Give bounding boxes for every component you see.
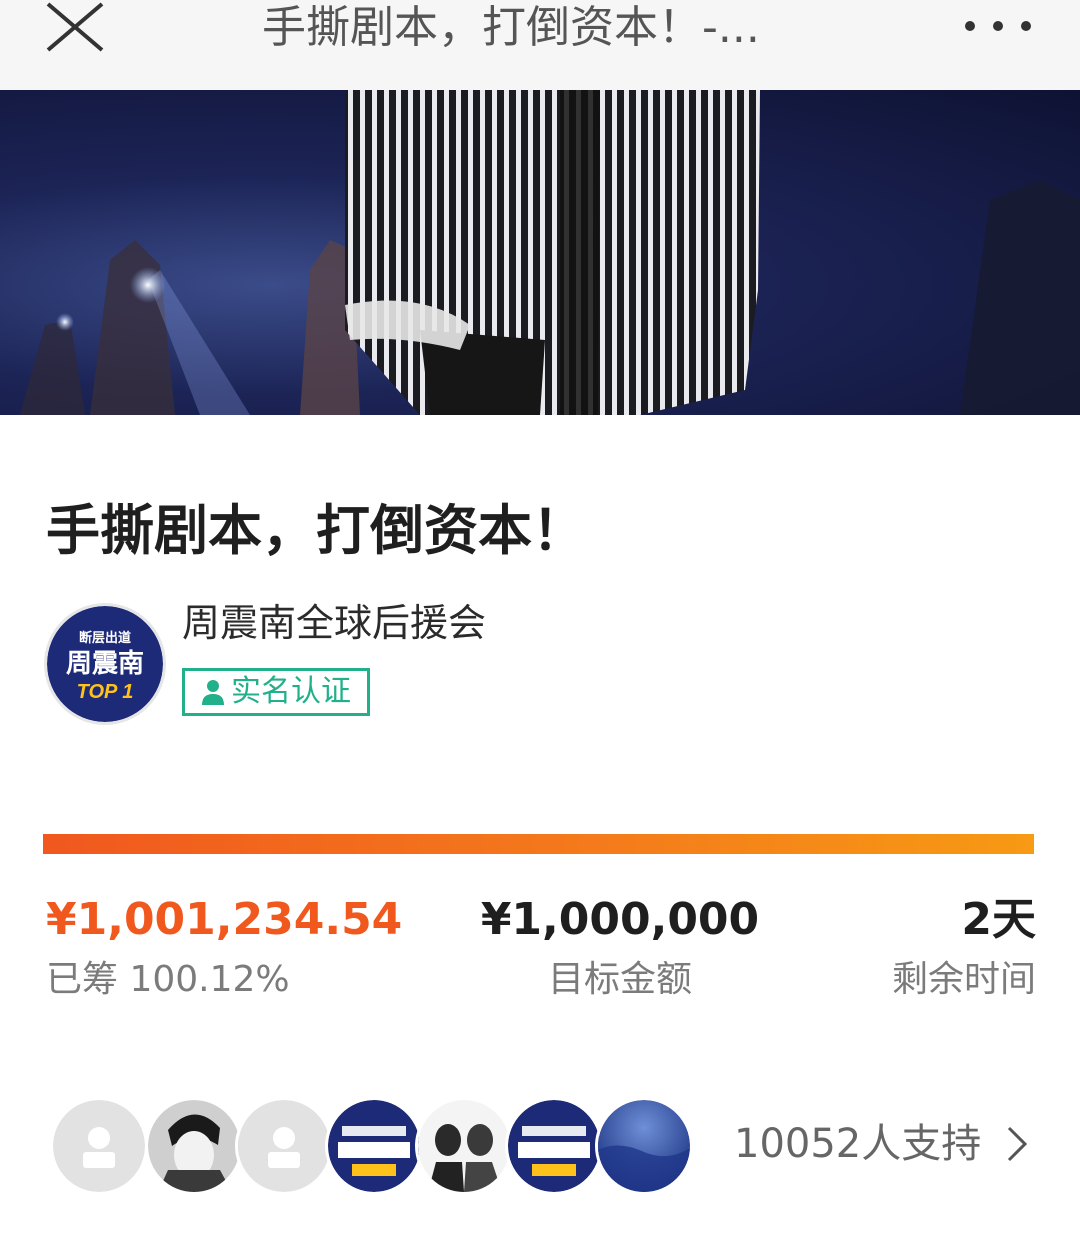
more-dots-icon <box>965 21 1031 31</box>
organizer-logo-line-3: TOP 1 <box>77 681 134 703</box>
organizer-name[interactable]: 周震南全球后援会 <box>182 598 486 648</box>
supporter-avatar[interactable] <box>325 1097 423 1195</box>
supporter-avatar[interactable] <box>595 1097 693 1195</box>
goal-label: 目标金额 <box>547 959 692 1000</box>
verified-label: 实名认证 <box>231 674 351 709</box>
page-title: 手撕剧本，打倒资本！-... <box>262 2 760 53</box>
raised-label: 已筹 100.12% <box>46 959 290 1000</box>
verified-badge: 实名认证 <box>182 668 370 716</box>
chevron-right-icon <box>1007 1126 1028 1162</box>
raised-amount: ¥1,001,234.54 <box>46 894 403 945</box>
close-button[interactable] <box>38 0 112 60</box>
close-icon <box>46 2 104 52</box>
hero-image <box>0 90 1080 415</box>
funding-progress-fill <box>43 834 1034 854</box>
organizer-logo: 断层出道 周震南 TOP 1 <box>47 606 163 722</box>
organizer-avatar[interactable]: 断层出道 周震南 TOP 1 <box>44 603 166 725</box>
supporter-count[interactable]: 10052人支持 <box>734 1118 981 1170</box>
concert-photo <box>20 90 1080 415</box>
days-left-label: 剩余时间 <box>891 959 1036 1000</box>
organizer-logo-line-2: 周震南 <box>66 648 144 678</box>
goal-amount: ¥1,000,000 <box>480 894 760 945</box>
supporter-photo <box>598 1100 690 1192</box>
campaign-title: 手撕剧本，打倒资本！ <box>46 499 586 562</box>
supporters-link[interactable] <box>1003 1124 1031 1164</box>
top-bar: 手撕剧本，打倒资本！-... <box>0 0 1080 90</box>
supporter-logo <box>508 1100 600 1192</box>
more-button[interactable] <box>950 6 1050 46</box>
supporter-photo <box>148 1100 240 1192</box>
default-avatar-icon <box>53 1100 145 1192</box>
supporter-avatar[interactable] <box>415 1097 513 1195</box>
days-left: 2天 <box>961 894 1036 945</box>
default-avatar-icon <box>238 1100 330 1192</box>
supporter-avatar[interactable] <box>235 1097 333 1195</box>
supporter-logo <box>328 1100 420 1192</box>
supporter-avatars[interactable] <box>50 1097 700 1197</box>
supporter-photo <box>418 1100 510 1192</box>
funding-progress-bar <box>43 834 1034 854</box>
supporter-avatar[interactable] <box>505 1097 603 1195</box>
organizer-logo-line-1: 断层出道 <box>79 630 131 645</box>
supporter-avatar[interactable] <box>145 1097 243 1195</box>
person-icon <box>202 680 224 705</box>
supporter-avatar[interactable] <box>50 1097 148 1195</box>
